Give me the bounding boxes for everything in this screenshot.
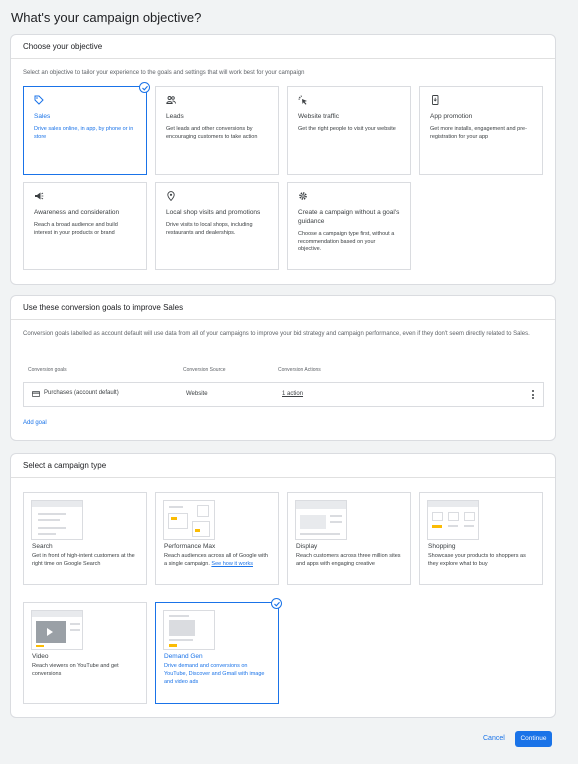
cursor-click-icon — [298, 95, 307, 105]
shopping-thumbnail-icon — [427, 500, 479, 540]
objective-desc: Choose a campaign type first, without a … — [298, 230, 395, 253]
objective-desc: Drive sales online, in app, by phone or … — [34, 125, 134, 140]
column-header-source: Conversion Source — [183, 367, 226, 373]
video-thumbnail-icon — [31, 610, 83, 650]
page-title: What's your campaign objective? — [11, 10, 202, 25]
table-row: Purchases (account default) Website 1 ac… — [23, 382, 544, 407]
campaign-desc: Reach customers across three million sit… — [296, 553, 401, 567]
more-options-icon[interactable] — [532, 390, 535, 401]
objective-desc: Get the right people to visit your websi… — [298, 125, 396, 132]
campaign-tile-performance-max[interactable]: Performance Max Reach audiences across a… — [155, 492, 279, 585]
objective-title: Local shop visits and promotions — [166, 209, 261, 216]
goal-actions-link[interactable]: 1 action — [282, 391, 303, 397]
cancel-button[interactable]: Cancel — [483, 735, 505, 742]
objective-description: Select an objective to tailor your exper… — [23, 70, 305, 76]
objective-tile-no-goal[interactable]: Create a campaign without a goal's guida… — [287, 182, 411, 270]
objective-title: Leads — [166, 113, 184, 120]
campaign-title: Search — [32, 543, 53, 550]
objective-tile-website-traffic[interactable]: Website traffic Get the right people to … — [287, 86, 411, 175]
objective-title: Sales — [34, 113, 51, 120]
objective-desc: Get more installs, engagement and pre-re… — [430, 125, 527, 140]
goal-name: Purchases (account default) — [44, 390, 119, 396]
conversion-card-header: Use these conversion goals to improve Sa… — [11, 296, 555, 320]
campaign-tile-video[interactable]: Video Reach viewers on YouTube and get c… — [23, 602, 147, 704]
campaign-tile-search[interactable]: Search Get in front of high-intent custo… — [23, 492, 147, 585]
campaign-tile-demand-gen[interactable]: Demand Gen Drive demand and conversions … — [155, 598, 282, 704]
credit-card-icon — [32, 391, 40, 397]
campaign-desc: Showcase your products to shoppers as th… — [428, 553, 526, 567]
objective-title: Awareness and consideration — [34, 209, 120, 216]
campaign-desc: Drive demand and conversions on YouTube,… — [164, 663, 265, 685]
campaign-desc: Reach viewers on YouTube and get convers… — [32, 663, 119, 677]
campaign-tile-display[interactable]: Display Reach customers across three mil… — [287, 492, 411, 585]
campaign-desc: Reach audiences across all of Google wit… — [164, 553, 272, 569]
campaign-card-header: Select a campaign type — [11, 454, 555, 478]
campaign-tile-shopping[interactable]: Shopping Showcase your products to shopp… — [419, 492, 543, 585]
objective-card: Choose your objective Select an objectiv… — [10, 34, 556, 285]
objective-tile-leads[interactable]: Leads Get leads and other conversions by… — [155, 86, 279, 175]
people-icon — [166, 96, 176, 104]
display-thumbnail-icon — [295, 500, 347, 540]
column-header-actions: Conversion Actions — [278, 367, 321, 373]
see-how-it-works-link[interactable]: See how it works — [211, 561, 253, 567]
objective-title: App promotion — [430, 113, 473, 120]
objective-desc: Reach a broad audience and build interes… — [34, 221, 118, 236]
campaign-type-card: Select a campaign type Search Get in fro… — [10, 453, 556, 718]
objective-tile-sales[interactable]: Sales Drive sales online, in app, by pho… — [23, 82, 150, 175]
selected-check-icon — [271, 598, 282, 609]
add-goal-link[interactable]: Add goal — [23, 420, 47, 426]
objective-tile-local-shop[interactable]: Local shop visits and promotions Drive v… — [155, 182, 279, 270]
objective-tile-awareness[interactable]: Awareness and consideration Reach a broa… — [23, 182, 147, 270]
campaign-title: Video — [32, 653, 49, 660]
column-header-goals: Conversion goals — [28, 367, 67, 373]
continue-button[interactable]: Continue — [515, 731, 552, 747]
demand-gen-thumbnail-icon — [163, 610, 215, 650]
location-pin-icon — [167, 191, 175, 201]
tag-icon — [34, 95, 44, 105]
objective-tile-app-promotion[interactable]: App promotion Get more installs, engagem… — [419, 86, 543, 175]
selected-check-icon — [139, 82, 150, 93]
phone-icon — [432, 95, 439, 105]
megaphone-icon — [35, 192, 44, 200]
gear-icon — [299, 192, 307, 200]
objective-card-header: Choose your objective — [11, 35, 555, 59]
campaign-desc: Get in front of high-intent customers at… — [32, 553, 135, 567]
objective-title: Website traffic — [298, 113, 339, 120]
campaign-title: Demand Gen — [164, 653, 203, 660]
performance-max-thumbnail-icon — [163, 500, 215, 540]
objective-title: Create a campaign without a goal's guida… — [298, 209, 400, 225]
goal-source: Website — [186, 391, 208, 397]
conversion-goals-card: Use these conversion goals to improve Sa… — [10, 295, 556, 441]
campaign-title: Performance Max — [164, 543, 216, 550]
objective-desc: Drive visits to local shops, including r… — [166, 221, 253, 236]
campaign-title: Shopping — [428, 543, 456, 550]
search-thumbnail-icon — [31, 500, 83, 540]
campaign-title: Display — [296, 543, 318, 550]
conversion-description: Conversion goals labelled as account def… — [23, 331, 530, 337]
objective-desc: Get leads and other conversions by encou… — [166, 125, 258, 140]
